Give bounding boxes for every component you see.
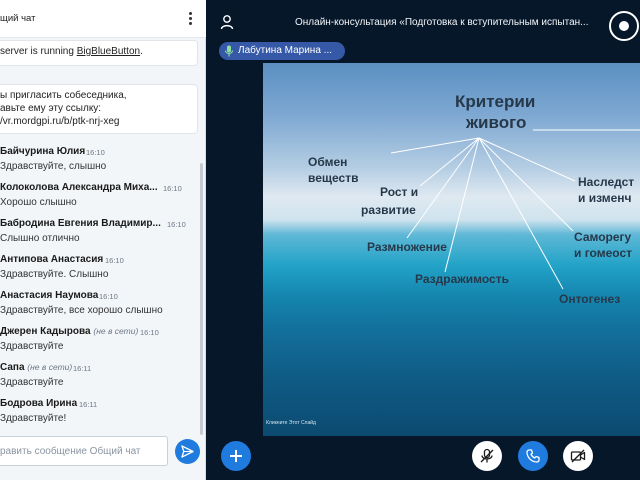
plus-icon: [230, 450, 242, 462]
invite-link[interactable]: /vr.mordgpi.ru/b/ptk-nrj-xeg: [0, 115, 193, 128]
slide-label-reproduction: Размножение: [367, 240, 447, 254]
camera-off-icon: [570, 449, 586, 463]
slide-credit: Кликните Этот Слайд: [266, 420, 316, 426]
send-message-button[interactable]: [175, 439, 200, 464]
leave-audio-button[interactable]: [518, 441, 548, 471]
chat-message: Анастасия Наумова 16:10 Здравствуйте, вс…: [0, 290, 198, 320]
talker-name: Лабутина Марина ...: [238, 45, 333, 56]
chat-message: Бодрова Ирина 16:11 Здравствуйте!: [0, 398, 198, 428]
message-time: 16:10: [140, 328, 159, 337]
offline-status: (не в сети): [27, 362, 73, 372]
message-text: Здравствуйте, слышно: [0, 161, 107, 172]
record-icon: [619, 21, 629, 31]
chat-scrollbar[interactable]: [200, 163, 203, 435]
phone-icon: [526, 449, 540, 463]
message-text: Здравствуйте!: [0, 413, 67, 424]
message-time: 16:10: [99, 292, 118, 301]
message-text: Здравствуйте: [0, 377, 64, 388]
slide-label-metabolism: Обмен: [308, 155, 348, 169]
invite-line-2: авьте ему эту ссылку:: [0, 103, 102, 114]
message-text: Здравствуйте: [0, 341, 64, 352]
system-message-invite: ы пригласить собеседника, авьте ему эту …: [0, 84, 198, 134]
system-message-server: server is running BigBlueButton.: [0, 40, 198, 66]
chat-message: Колоколова Александра Миха... 16:10 Хоро…: [0, 182, 198, 212]
microphone-icon: [224, 45, 234, 57]
send-icon: [181, 445, 194, 458]
slide-label-heredity: Наследст: [578, 175, 635, 189]
slide-label-selfregulation: Саморегу: [574, 230, 632, 244]
message-time: 16:10: [86, 148, 105, 157]
system-message-text: server is running: [0, 46, 77, 57]
chat-message: Бабродина Евгения Владимир... 16:10 Слыш…: [0, 218, 198, 248]
slide-label-ontogenesis: Онтогенез: [559, 292, 621, 306]
slide-label-irritability: Раздражимость: [415, 272, 509, 286]
system-message-end: .: [140, 46, 143, 57]
chat-message-input[interactable]: равить сообщение Общий чат: [0, 436, 168, 466]
message-time: 16:10: [163, 184, 182, 193]
slide-title-line2: живого: [466, 113, 527, 132]
message-author: Джерен Кадырова (не в сети): [0, 326, 138, 337]
chat-message: Джерен Кадырова (не в сети) 16:10 Здравс…: [0, 326, 198, 356]
message-author: Сапа (не в сети): [0, 362, 72, 373]
actions-plus-button[interactable]: [221, 441, 251, 471]
message-text: Слышно отлично: [0, 233, 80, 244]
presentation-slide[interactable]: Критерии живого Обмен веществ Рост и раз…: [263, 63, 640, 436]
microphone-muted-icon: [480, 448, 494, 463]
message-text: Здравствуйте. Слышно: [0, 269, 109, 280]
offline-status: (не в сети): [93, 326, 139, 336]
chat-panel: щий чат server is running BigBlueButton.…: [0, 0, 206, 480]
bigbluebutton-link[interactable]: BigBlueButton: [77, 46, 140, 57]
main-area: Онлайн-консультация «Подготовка к вступи…: [207, 0, 640, 480]
message-time: 16:10: [105, 256, 124, 265]
slide-label-selfregulation-2: и гомеост: [574, 246, 632, 260]
slide-label-growth-2: развитие: [361, 203, 416, 217]
talking-indicator[interactable]: Лабутина Марина ...: [219, 42, 345, 60]
share-webcam-button[interactable]: [563, 441, 593, 471]
message-author: Колоколова Александра Миха...: [0, 182, 158, 193]
slide-label-growth: Рост и: [380, 185, 419, 199]
record-button[interactable]: [609, 11, 639, 41]
slide-label-heredity-2: и изменч: [578, 191, 632, 205]
author-name: Сапа: [0, 362, 25, 373]
chat-header: щий чат: [0, 0, 206, 38]
chat-options-icon[interactable]: [184, 10, 196, 28]
message-author: Антипова Анастасия: [0, 254, 104, 265]
message-author: Анастасия Наумова: [0, 290, 99, 301]
author-name: Джерен Кадырова: [0, 326, 91, 337]
message-author: Бабродина Евгения Владимир...: [0, 218, 161, 229]
top-bar: Онлайн-консультация «Подготовка к вступи…: [207, 0, 640, 42]
message-author: Бодрова Ирина: [0, 398, 78, 409]
message-text: Хорошо слышно: [0, 197, 77, 208]
message-text: Здравствуйте, все хорошо слышно: [0, 305, 163, 316]
chat-title: щий чат: [0, 13, 36, 24]
session-title: Онлайн-консультация «Подготовка к вступи…: [295, 17, 589, 28]
slide-label-metabolism-2: веществ: [308, 171, 359, 185]
chat-message-list[interactable]: Байчурина Юлия 16:10 Здравствуйте, слышн…: [0, 146, 198, 436]
invite-line-1: ы пригласить собеседника,: [0, 90, 127, 101]
chat-message: Сапа (не в сети) 16:11 Здравствуйте: [0, 362, 198, 392]
message-time: 16:10: [167, 220, 186, 229]
slide-title-line1: Критерии: [455, 92, 536, 111]
message-author: Байчурина Юлия: [0, 146, 86, 157]
message-time: 16:11: [73, 364, 92, 373]
chat-message: Антипова Анастасия 16:10 Здравствуйте. С…: [0, 254, 198, 284]
user-list-icon[interactable]: [219, 14, 235, 30]
chat-message: Байчурина Юлия 16:10 Здравствуйте, слышн…: [0, 146, 198, 176]
mute-microphone-button[interactable]: [472, 441, 502, 471]
message-time: 16:11: [79, 400, 98, 409]
